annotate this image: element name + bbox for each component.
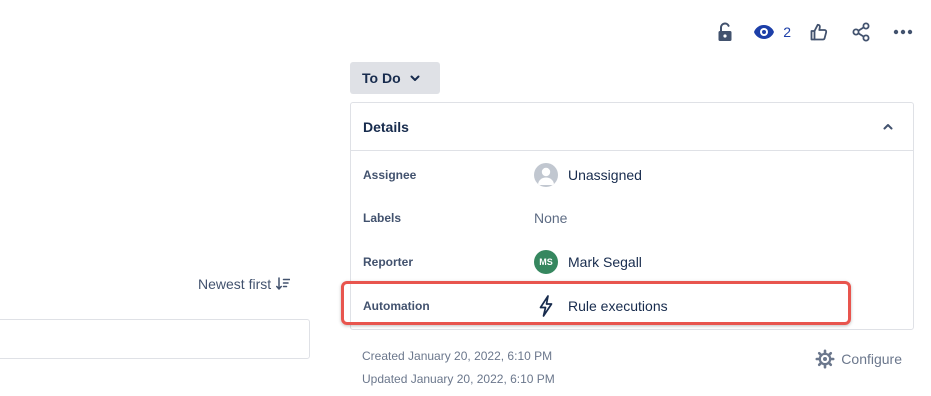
automation-row: Automation Rule executions (351, 294, 913, 318)
chevron-down-icon (410, 75, 420, 82)
assignee-value[interactable]: Unassigned (534, 163, 642, 187)
unlock-icon (718, 22, 732, 41)
sort-descending-icon (276, 277, 291, 290)
assignee-label: Assignee (363, 168, 417, 182)
reporter-name: Mark Segall (568, 254, 642, 270)
like-button[interactable] (805, 18, 833, 46)
gear-icon (815, 349, 835, 369)
details-header[interactable]: Details (351, 103, 913, 151)
configure-button[interactable]: Configure (815, 347, 902, 371)
watch-button[interactable]: 2 (753, 24, 791, 40)
automation-label: Automation (363, 299, 430, 313)
more-actions-button[interactable] (889, 18, 917, 46)
reporter-row: Reporter MS Mark Segall (351, 250, 913, 274)
rule-executions-link[interactable]: Rule executions (534, 294, 668, 318)
reporter-label: Reporter (363, 255, 414, 269)
assignee-name: Unassigned (568, 167, 642, 183)
thumbs-up-icon (810, 23, 828, 41)
share-icon (852, 22, 870, 42)
eye-icon (754, 25, 775, 39)
unassigned-avatar-icon (534, 163, 558, 187)
updated-date: Updated January 20, 2022, 6:10 PM (362, 372, 555, 386)
labels-label: Labels (363, 211, 402, 225)
details-panel: Details Assignee Unassigned Labels None (350, 102, 914, 330)
lightning-bolt-icon (534, 294, 558, 318)
details-title: Details (363, 118, 409, 135)
configure-label: Configure (841, 351, 902, 367)
rule-executions-label: Rule executions (568, 298, 668, 314)
watch-count: 2 (783, 24, 791, 40)
created-date: Created January 20, 2022, 6:10 PM (362, 349, 553, 363)
issue-toolbar: 2 (697, 20, 917, 44)
assignee-row: Assignee Unassigned (351, 163, 913, 187)
labels-value[interactable]: None (534, 210, 567, 226)
comment-input[interactable] (0, 319, 310, 359)
avatar: MS (534, 250, 558, 274)
more-icon (893, 29, 913, 35)
unlock-button[interactable] (711, 18, 739, 46)
status-label: To Do (362, 70, 401, 86)
sort-label: Newest first (198, 276, 272, 292)
labels-none-text: None (534, 210, 568, 226)
status-dropdown[interactable]: To Do (350, 62, 440, 94)
share-button[interactable] (847, 18, 875, 46)
issue-view: 2 To Do Details Assignee Unassigned Labe… (0, 0, 931, 396)
sort-order-button[interactable]: Newest first (198, 272, 291, 296)
reporter-value[interactable]: MS Mark Segall (534, 250, 642, 274)
chevron-up-icon[interactable] (883, 123, 893, 130)
labels-row: Labels None (351, 206, 913, 230)
